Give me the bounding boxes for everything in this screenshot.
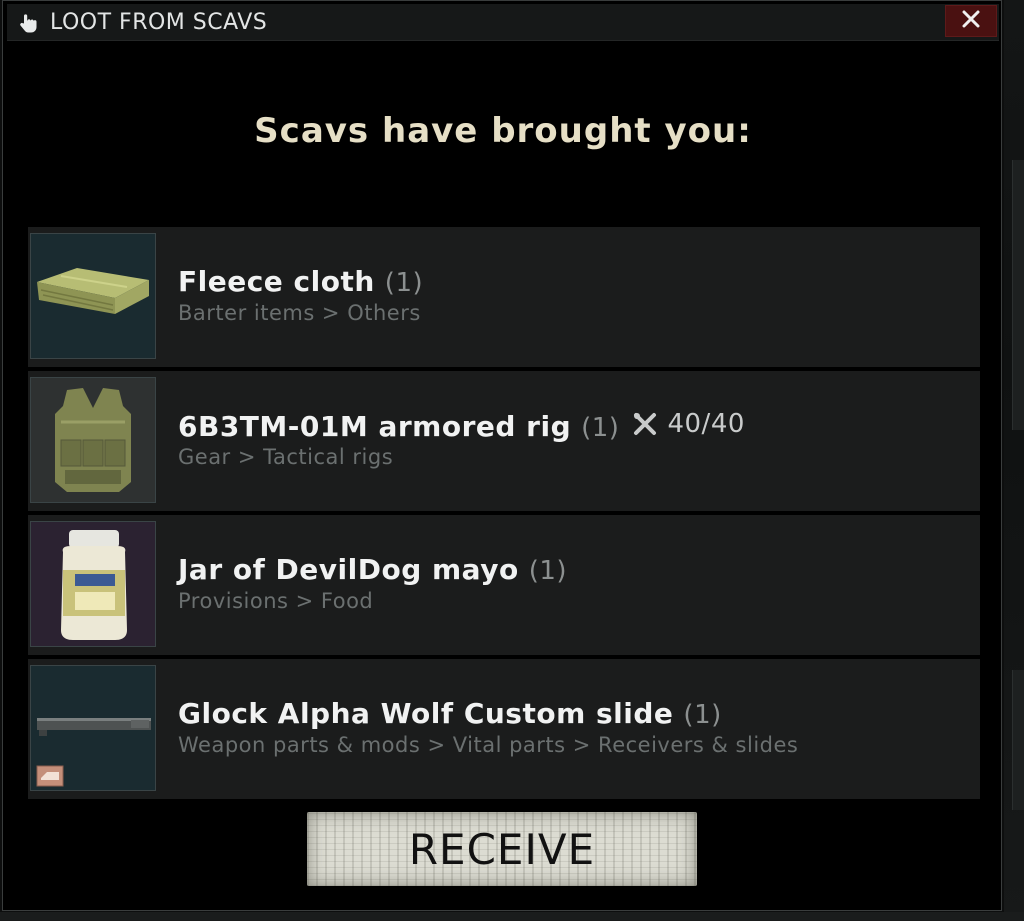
hand-pointer-icon bbox=[17, 12, 39, 34]
background-bottom-bar bbox=[0, 912, 1024, 921]
item-category: Barter items > Others bbox=[178, 301, 421, 325]
receive-button[interactable]: RECEIVE bbox=[307, 812, 697, 886]
item-category: Provisions > Food bbox=[178, 589, 374, 613]
item-name: Glock Alpha Wolf Custom slide bbox=[178, 697, 674, 730]
item-name: 6B3TM-01M armored rig bbox=[178, 410, 572, 443]
armored-rig-icon[interactable] bbox=[30, 377, 156, 503]
item-name-line: Glock Alpha Wolf Custom slide (1) bbox=[178, 697, 722, 730]
item-category: Gear > Tactical rigs bbox=[178, 445, 394, 469]
item-count: (1) bbox=[683, 700, 722, 730]
background-panel-edge bbox=[1012, 160, 1024, 430]
item-count: (1) bbox=[581, 413, 620, 443]
loot-item-row[interactable]: Fleece cloth (1) Barter items > Others bbox=[28, 227, 980, 367]
loot-item-row[interactable]: Jar of DevilDog mayo (1) Provisions > Foo… bbox=[28, 515, 980, 655]
durability-indicator: 40/40 bbox=[633, 409, 744, 439]
receive-button-label: RECEIVE bbox=[408, 825, 596, 874]
mayo-jar-icon[interactable] bbox=[30, 521, 156, 647]
pistol-slide-icon[interactable] bbox=[30, 665, 156, 791]
close-button[interactable] bbox=[945, 5, 997, 37]
item-name-line: 6B3TM-01M armored rig (1) 40/40 bbox=[178, 409, 745, 443]
durability-value: 40/40 bbox=[667, 409, 745, 439]
loot-item-row[interactable]: 6B3TM-01M armored rig (1) 40/40 Gear > Tac… bbox=[28, 371, 980, 511]
loot-item-row[interactable]: Glock Alpha Wolf Custom slide (1) Weapon … bbox=[28, 659, 980, 799]
item-name-line: Jar of DevilDog mayo (1) bbox=[178, 553, 567, 586]
item-category: Weapon parts & mods > Vital parts > Rece… bbox=[178, 733, 799, 757]
close-icon bbox=[962, 10, 980, 32]
item-name: Fleece cloth bbox=[178, 265, 375, 298]
title-bar[interactable]: LOOT FROM SCAVS bbox=[7, 4, 999, 41]
dialog-title: LOOT FROM SCAVS bbox=[50, 10, 268, 35]
loot-from-scavs-dialog: LOOT FROM SCAVS Scavs have brought you: … bbox=[2, 0, 1002, 911]
repair-tools-icon bbox=[634, 413, 657, 435]
item-name-line: Fleece cloth (1) bbox=[178, 265, 423, 298]
fleece-cloth-icon[interactable] bbox=[30, 233, 156, 359]
item-count: (1) bbox=[528, 556, 568, 586]
item-name: Jar of DevilDog mayo bbox=[178, 553, 519, 586]
loot-heading: Scavs have brought you: bbox=[254, 111, 752, 151]
background-panel-edge bbox=[1012, 670, 1024, 810]
item-count: (1) bbox=[384, 268, 424, 298]
